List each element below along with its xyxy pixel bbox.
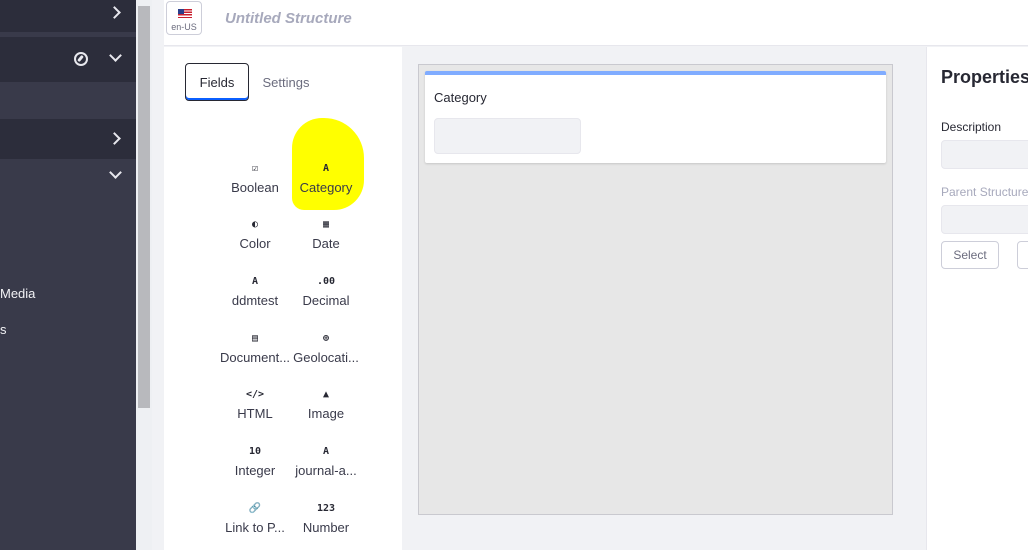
structure-title-input[interactable]: Untitled Structure — [225, 10, 352, 27]
sidebar-site-selector[interactable] — [0, 37, 136, 82]
field-type-label: journal-a... — [295, 463, 357, 478]
image-icon: ▲ — [322, 388, 330, 400]
sidebar-item-s[interactable]: s — [0, 322, 7, 337]
field-type-html[interactable]: </> HTML — [219, 385, 291, 429]
tab-settings[interactable]: Settings — [256, 63, 316, 101]
field-type-image[interactable]: ▲ Image — [290, 385, 362, 429]
field-type-label: Image — [307, 406, 345, 421]
field-type-link-to-p[interactable]: 🔗 Link to P... — [219, 499, 291, 543]
chevron-right-icon[interactable] — [108, 132, 121, 145]
clear-button[interactable] — [1017, 241, 1028, 269]
chevron-right-icon[interactable] — [108, 6, 121, 19]
field-type-label: Number — [302, 520, 350, 535]
description-label: Description — [941, 120, 1002, 134]
checkbox-icon: ☑ — [251, 162, 259, 174]
locale-label: en-US — [171, 22, 197, 32]
field-type-label: Category — [299, 180, 353, 195]
properties-title: Properties — [941, 67, 1028, 87]
category-field-card[interactable]: Category — [425, 71, 886, 163]
sidebar-item-media[interactable]: Media — [0, 286, 35, 301]
link-icon: 🔗 — [248, 502, 262, 514]
field-type-geolocati[interactable]: ⊕ Geolocati... — [290, 329, 362, 373]
field-type-boolean[interactable]: ☑ Boolean — [219, 159, 291, 203]
field-type-date[interactable]: ▦ Date — [290, 215, 362, 259]
decimal-icon: .00 — [316, 275, 336, 287]
chevron-down-icon[interactable] — [109, 49, 122, 62]
locale-selector-button[interactable]: en-US — [166, 1, 202, 35]
field-type-color[interactable]: ◐ Color — [219, 215, 291, 259]
field-type-decimal[interactable]: .00 Decimal — [290, 272, 362, 316]
us-flag-icon — [178, 9, 192, 18]
field-type-integer[interactable]: 10 Integer — [219, 442, 291, 486]
document-icon: ▤ — [251, 332, 259, 344]
globe-icon: ⊕ — [322, 332, 330, 344]
number-icon: 123 — [316, 502, 336, 514]
field-type-document[interactable]: ▤ Document... — [219, 329, 291, 373]
compass-icon[interactable] — [74, 52, 88, 66]
field-type-category[interactable]: A Category — [290, 159, 362, 203]
parent-structure-label: Parent Structure — [941, 185, 1028, 199]
sidebar-scrollbar-thumb[interactable] — [138, 6, 150, 408]
product-menu-sidebar — [0, 0, 136, 550]
sidebar-section-content[interactable] — [0, 119, 136, 159]
field-type-journal-a[interactable]: Ajournal-a... — [290, 442, 362, 486]
category-field-input[interactable] — [434, 118, 581, 154]
field-type-label: Decimal — [302, 293, 350, 308]
parent-structure-input[interactable] — [941, 205, 1028, 234]
field-type-number[interactable]: 123 Number — [290, 499, 362, 543]
text-a-icon: A — [251, 275, 259, 287]
text-a-icon: A — [322, 445, 330, 457]
calendar-icon: ▦ — [322, 218, 330, 230]
card-label: Category — [434, 90, 487, 105]
tab-fields[interactable]: Fields — [185, 63, 249, 101]
field-type-ddmtest[interactable]: Addmtest — [219, 272, 291, 316]
description-input[interactable] — [941, 140, 1028, 169]
sidebar-section-top[interactable] — [0, 0, 136, 32]
text-a-icon: A — [322, 162, 330, 174]
page-gap — [152, 0, 164, 550]
code-icon: </> — [245, 388, 265, 400]
field-type-label: Date — [312, 236, 340, 251]
field-type-label: Geolocati... — [293, 350, 359, 365]
select-button[interactable]: Select — [941, 241, 999, 269]
color-icon: ◐ — [251, 218, 259, 230]
integer-icon: 10 — [248, 445, 262, 457]
